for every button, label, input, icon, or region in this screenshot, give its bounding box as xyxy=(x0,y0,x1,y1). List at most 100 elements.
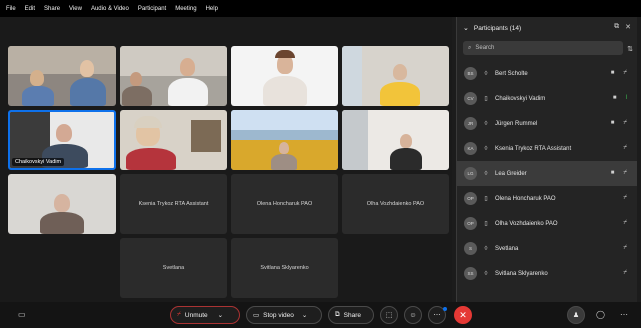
camera-icon: ■ xyxy=(610,170,615,176)
participant-name: Olha Vozhdaienko PAO xyxy=(366,201,425,207)
close-icon[interactable]: ✕ xyxy=(625,23,631,31)
video-tile[interactable] xyxy=(231,110,338,170)
unmute-button[interactable]: ⌿ Unmute ⌄ xyxy=(170,306,240,324)
participant-search-input[interactable]: ⌕ Search xyxy=(463,41,623,55)
menu-view[interactable]: View xyxy=(69,6,82,12)
popout-icon[interactable]: ⧉ xyxy=(614,23,619,31)
video-tile[interactable] xyxy=(342,110,449,170)
participant-name: Ksenia Trykoz RTA Assistant xyxy=(495,145,572,152)
search-icon: ⌕ xyxy=(468,44,472,51)
audio-icon: ◊ xyxy=(484,120,488,127)
mic-off-icon: ⌿ xyxy=(623,220,627,226)
avatar: LG xyxy=(464,167,477,180)
mic-off-icon: ⌿ xyxy=(623,145,627,151)
notification-dot xyxy=(443,307,447,311)
participant-name: Olena Honcharuk PAO xyxy=(495,195,556,202)
video-camera-icon: ▭ xyxy=(253,312,260,319)
avatar: OP xyxy=(464,217,477,230)
chat-icon[interactable]: ◯ xyxy=(596,310,605,319)
share-label: Share xyxy=(343,311,362,319)
meeting-controls: ▭ ⌿ Unmute ⌄ ▭ Stop video ⌄ ⧉ Share ⬚ ☺ … xyxy=(0,302,641,328)
audio-icon: ◊ xyxy=(484,70,488,77)
mic-muted-icon: ⌿ xyxy=(177,311,181,318)
mic-off-icon: ⌿ xyxy=(623,195,627,201)
menu-participant[interactable]: Participant xyxy=(138,6,166,12)
participant-row[interactable]: SS ◊ Svitlana Sklyarenko ⌿ xyxy=(457,261,637,286)
participant-name: Jürgen Rummel xyxy=(495,120,538,127)
participant-row[interactable]: OP ▯ Olha Vozhdaienko PAO ⌿ xyxy=(457,211,637,236)
mic-off-icon: ⌿ xyxy=(623,170,627,176)
menu-file[interactable]: File xyxy=(6,6,16,12)
phone-icon: ▯ xyxy=(484,221,488,227)
participant-row[interactable]: S ◊ Svetlana ⌿ xyxy=(457,236,637,261)
participant-row[interactable]: BS ◊ Bert Scholte ■ ⌿ xyxy=(457,61,637,86)
video-tile-active-speaker[interactable]: Chaikovskyi Vadim xyxy=(8,110,116,170)
menu-edit[interactable]: Edit xyxy=(25,6,35,12)
avatar: OP xyxy=(464,192,477,205)
menu-share[interactable]: Share xyxy=(44,6,60,12)
participant-name: Svetlana xyxy=(495,245,519,252)
menu-bar: File Edit Share View Audio & Video Parti… xyxy=(0,0,641,17)
video-tile[interactable] xyxy=(120,46,227,106)
video-tile-camera-off[interactable]: Ksenia Trykoz RTA Assistant xyxy=(120,174,227,234)
panel-title: Participants (14) xyxy=(473,24,522,32)
video-tile[interactable] xyxy=(342,46,449,106)
participant-name: Svitlana Sklyarenko xyxy=(495,270,548,277)
reactions-button[interactable]: ☺ xyxy=(404,306,422,324)
active-speaker-name: Chaikovskyi Vadim xyxy=(12,158,65,166)
menu-audio-video[interactable]: Audio & Video xyxy=(91,6,129,12)
menu-help[interactable]: Help xyxy=(206,6,218,12)
video-gallery: Chaikovskyi Vadim Ksenia Trykoz RTA Assi… xyxy=(0,17,452,302)
audio-icon: ◊ xyxy=(484,145,488,152)
record-button[interactable]: ⬚ xyxy=(380,306,398,324)
phone-icon: ▯ xyxy=(484,96,488,102)
video-tile-camera-off[interactable]: Olena Honcharuk PAO xyxy=(231,174,338,234)
video-tile[interactable] xyxy=(120,110,227,170)
participant-name: Lea Greider xyxy=(495,170,527,177)
participant-row[interactable]: JR ◊ Jürgen Rummel ■ ⌿ xyxy=(457,111,637,136)
menu-meeting[interactable]: Meeting xyxy=(175,6,196,12)
participant-list: BS ◊ Bert Scholte ■ ⌿ CV ▯ Chaikovskyi Va… xyxy=(457,61,637,286)
participants-toggle-button[interactable]: ♟ xyxy=(567,306,585,324)
video-tile[interactable] xyxy=(231,46,338,106)
search-placeholder: Search xyxy=(475,45,495,51)
audio-icon: ◊ xyxy=(484,245,488,252)
audio-icon: ◊ xyxy=(484,270,488,277)
video-tile[interactable] xyxy=(8,174,116,234)
audio-icon: ◊ xyxy=(484,170,488,177)
participant-name: Bert Scholte xyxy=(495,70,528,77)
participant-name: Olha Vozhdaienko PAO xyxy=(495,220,558,227)
participant-name: Ksenia Trykoz RTA Assistant xyxy=(138,201,209,207)
more-menu-icon[interactable]: ⋯ xyxy=(620,310,628,319)
unmute-label: Unmute xyxy=(184,311,208,319)
participant-row[interactable]: CV ▯ Chaikovskyi Vadim ■ ǀ xyxy=(457,86,637,111)
participant-row[interactable]: OP ▯ Olena Honcharuk PAO ⌿ xyxy=(457,186,637,211)
video-tile-camera-off[interactable]: Svitlana Sklyarenko xyxy=(231,238,338,298)
participant-name: Svitlana Sklyarenko xyxy=(260,265,309,271)
participant-name: Svetlana xyxy=(162,265,185,271)
avatar: S xyxy=(464,242,477,255)
chevron-down-icon[interactable]: ⌄ xyxy=(302,311,307,319)
chat-bubble-icon[interactable]: ▭ xyxy=(18,310,26,319)
video-tile[interactable] xyxy=(8,46,116,106)
video-tile-camera-off[interactable]: Svetlana xyxy=(120,238,227,298)
participant-row-selected[interactable]: LG ◊ Lea Greider ■ ⌿ xyxy=(457,161,637,186)
avatar: CV xyxy=(464,92,477,105)
camera-icon: ■ xyxy=(610,70,615,76)
stop-video-button[interactable]: ▭ Stop video ⌄ xyxy=(246,306,322,324)
participant-name: Olena Honcharuk PAO xyxy=(256,201,313,207)
stop-video-label: Stop video xyxy=(263,311,294,319)
video-tile-camera-off[interactable]: Olha Vozhdaienko PAO xyxy=(342,174,449,234)
sort-icon[interactable]: ⇅ xyxy=(627,45,633,53)
mic-off-icon: ⌿ xyxy=(623,270,627,276)
avatar: JR xyxy=(464,117,477,130)
collapse-chevron-icon[interactable]: ⌄ xyxy=(463,24,469,32)
share-button[interactable]: ⧉ Share xyxy=(328,306,374,324)
camera-icon: ■ xyxy=(612,95,617,101)
participant-row[interactable]: KA ◊ Ksenia Trykoz RTA Assistant ⌿ xyxy=(457,136,637,161)
phone-icon: ▯ xyxy=(484,196,488,202)
participants-panel: ⌄ Participants (14) ⧉ ✕ ⌕ Search ⇅ BS ◊ … xyxy=(456,17,637,302)
leave-meeting-button[interactable]: ✕ xyxy=(454,306,472,324)
mic-off-icon: ⌿ xyxy=(623,70,627,76)
chevron-down-icon[interactable]: ⌄ xyxy=(218,311,223,319)
